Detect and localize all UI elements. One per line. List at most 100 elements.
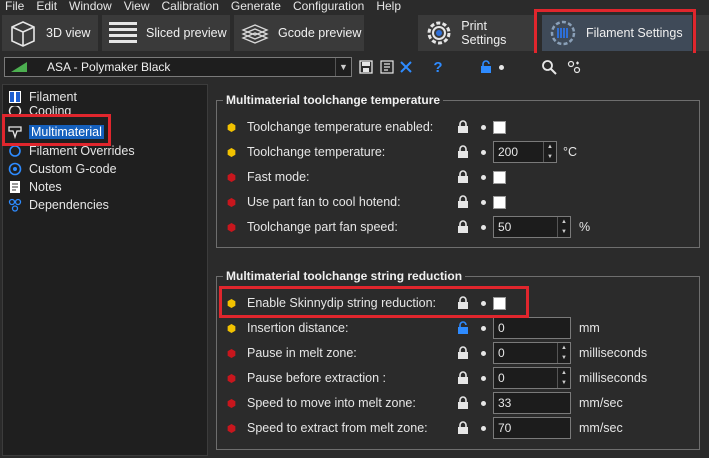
row-speed-extract-melt-zone: Speed to extract from melt zone: 70 mm/s… <box>217 417 699 439</box>
rename-preset-icon[interactable] <box>379 58 395 76</box>
fast-mode-checkbox[interactable] <box>493 170 506 184</box>
tree-item-dependencies[interactable]: Dependencies <box>7 196 109 213</box>
gear-icon <box>422 18 455 48</box>
menu-file[interactable]: File <box>0 0 30 13</box>
preset-combo[interactable]: ASA - Polymaker Black ▼ <box>4 57 352 77</box>
lock-icon[interactable] <box>457 145 469 159</box>
row-label: Pause before extraction : <box>247 371 386 385</box>
spin-up-icon[interactable]: ▲ <box>558 368 570 378</box>
notes-icon <box>7 179 23 195</box>
row-label: Use part fan to cool hotend: <box>247 195 401 209</box>
tab-3d-view[interactable]: 3D view <box>2 15 98 51</box>
row-label: Insertion distance: <box>247 321 349 335</box>
menu-generate[interactable]: Generate <box>225 0 287 13</box>
tree-item-cooling[interactable]: Cooling <box>7 106 71 116</box>
toolchange-temperature-enabled-checkbox[interactable] <box>493 120 506 134</box>
lock-icon[interactable] <box>457 346 469 360</box>
speed-extract-melt-zone-input[interactable]: 70 <box>493 417 571 439</box>
modified-dot-icon <box>497 58 505 76</box>
lock-icon[interactable] <box>457 120 469 134</box>
tree-item-dependencies-label: Dependencies <box>29 197 109 212</box>
bullet-red-icon <box>227 398 236 408</box>
tab-printer-settings-partial[interactable] <box>696 15 709 51</box>
modified-dot-icon <box>481 375 486 381</box>
row-label: Pause in melt zone: <box>247 346 357 360</box>
modified-dot-icon <box>481 350 486 356</box>
lock-icon[interactable] <box>457 396 469 410</box>
spin-down-icon[interactable]: ▼ <box>544 152 556 162</box>
save-preset-icon[interactable] <box>358 58 374 76</box>
tree-item-filament-overrides[interactable]: Filament Overrides <box>7 142 135 159</box>
toolchange-temperature-spinner[interactable]: 200 ▲ ▼ <box>493 141 557 163</box>
tab-filament-settings[interactable]: Filament Settings <box>542 15 692 51</box>
spin-up-icon[interactable]: ▲ <box>558 343 570 353</box>
row-label: Speed to move into melt zone: <box>247 396 416 410</box>
lock-icon[interactable] <box>478 58 494 76</box>
unlocked-lock-icon[interactable] <box>457 321 469 335</box>
bullet-yellow-icon <box>227 298 236 308</box>
enable-skinnydip-checkbox[interactable] <box>493 296 506 310</box>
tree-item-custom-gcode[interactable]: Custom G-code <box>7 160 117 177</box>
row-label: Fast mode: <box>247 170 310 184</box>
tree-item-filament[interactable]: Filament <box>7 88 77 105</box>
tab-3d-view-label: 3D view <box>46 26 91 40</box>
menu-window[interactable]: Window <box>63 0 118 13</box>
menu-configuration[interactable]: Configuration <box>287 0 370 13</box>
menu-view[interactable]: View <box>118 0 156 13</box>
lock-icon[interactable] <box>457 220 469 234</box>
spin-up-icon[interactable]: ▲ <box>544 142 556 152</box>
lock-icon[interactable] <box>457 296 469 310</box>
compare-presets-icon[interactable] <box>566 58 582 76</box>
lock-icon[interactable] <box>457 195 469 209</box>
bullet-red-icon <box>227 423 236 433</box>
modified-dot-icon <box>481 400 486 406</box>
menu-help[interactable]: Help <box>370 0 407 13</box>
row-use-part-fan: Use part fan to cool hotend: <box>217 191 699 213</box>
menu-bar: File Edit Window View Calibration Genera… <box>0 0 709 13</box>
row-toolchange-part-fan-speed: Toolchange part fan speed: 50 ▲ ▼ % <box>217 216 699 238</box>
spinner-value: 200 <box>498 145 519 159</box>
lock-icon[interactable] <box>457 371 469 385</box>
pause-before-extraction-spinner[interactable]: 0 ▲ ▼ <box>493 367 571 389</box>
menu-edit[interactable]: Edit <box>30 0 63 13</box>
tab-sliced-preview[interactable]: Sliced preview <box>102 15 230 51</box>
delete-preset-icon[interactable] <box>398 58 414 76</box>
settings-panel: Multimaterial toolchange temperature Too… <box>210 84 709 458</box>
tab-print-settings[interactable]: Print Settings <box>418 15 534 51</box>
spin-down-icon[interactable]: ▼ <box>558 378 570 388</box>
tree-item-multimaterial[interactable]: Multimaterial <box>7 123 104 140</box>
menu-calibration[interactable]: Calibration <box>156 0 225 13</box>
chevron-down-icon[interactable]: ▼ <box>335 58 351 76</box>
insertion-distance-input[interactable]: 0 <box>493 317 571 339</box>
use-part-fan-checkbox[interactable] <box>493 195 506 209</box>
spin-down-icon[interactable]: ▼ <box>558 353 570 363</box>
search-icon[interactable] <box>540 58 558 76</box>
tree-item-notes[interactable]: Notes <box>7 178 62 195</box>
bullet-red-icon <box>227 197 236 207</box>
row-pause-in-melt-zone: Pause in melt zone: 0 ▲ ▼ milliseconds <box>217 342 699 364</box>
row-label: Speed to extract from melt zone: <box>247 421 428 435</box>
settings-tree: Filament Cooling Multimaterial Filament … <box>2 84 208 456</box>
pause-in-melt-zone-spinner[interactable]: 0 ▲ ▼ <box>493 342 571 364</box>
row-speed-into-melt-zone: Speed to move into melt zone: 33 mm/sec <box>217 392 699 414</box>
lock-icon[interactable] <box>457 170 469 184</box>
lock-icon[interactable] <box>457 421 469 435</box>
unit-label: milliseconds <box>579 346 648 360</box>
tree-item-cooling-label: Cooling <box>29 106 72 116</box>
filament-spool-icon <box>546 18 580 48</box>
input-value: 33 <box>498 396 512 410</box>
row-pause-before-extraction: Pause before extraction : 0 ▲ ▼ milliseco… <box>217 367 699 389</box>
toolchange-part-fan-speed-spinner[interactable]: 50 ▲ ▼ <box>493 216 571 238</box>
preset-name: ASA - Polymaker Black <box>47 60 171 74</box>
row-label: Toolchange temperature: <box>247 145 386 159</box>
funnel-icon <box>7 124 23 140</box>
tab-gcode-preview[interactable]: Gcode preview <box>234 15 364 51</box>
modified-dot-icon <box>481 149 486 155</box>
group-string-reduction: Multimaterial toolchange string reductio… <box>216 269 700 450</box>
spin-up-icon[interactable]: ▲ <box>558 217 570 227</box>
speed-into-melt-zone-input[interactable]: 33 <box>493 392 571 414</box>
spin-down-icon[interactable]: ▼ <box>558 227 570 237</box>
bullet-yellow-icon <box>227 323 236 333</box>
input-value: 70 <box>498 421 512 435</box>
help-icon[interactable]: ? <box>430 58 446 76</box>
